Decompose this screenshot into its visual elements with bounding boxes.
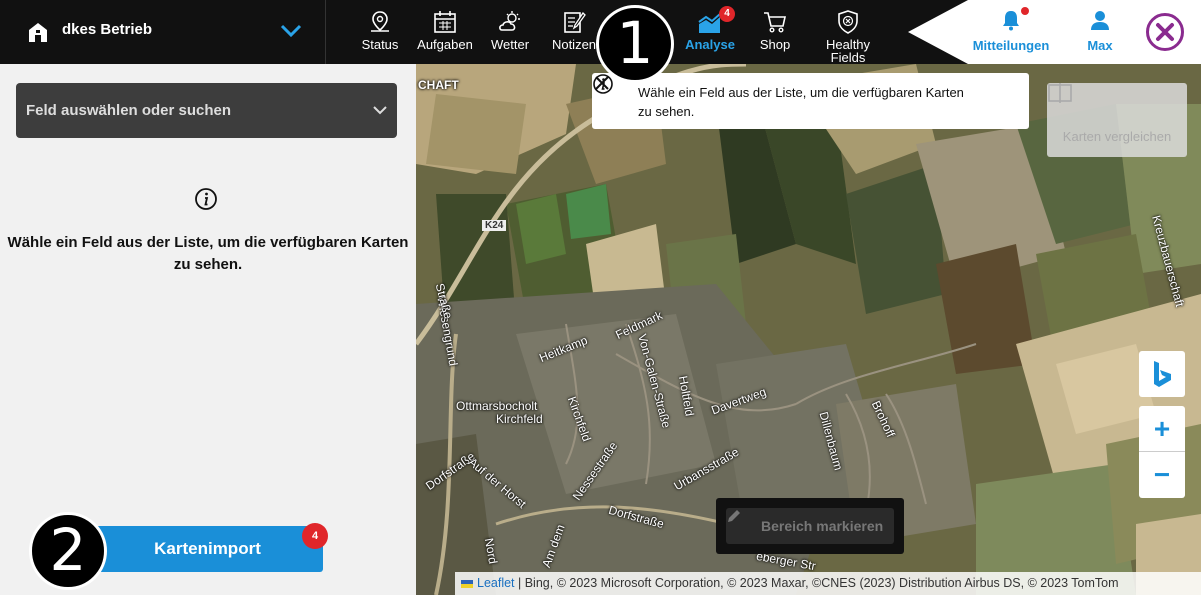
bing-layer-button[interactable]	[1139, 351, 1185, 397]
nav-analyse[interactable]: 4 Analyse	[681, 0, 739, 64]
chevron-down-icon	[373, 106, 387, 115]
leaflet-link[interactable]: Leaflet	[477, 576, 515, 590]
nav-notizen-label: Notizen	[551, 37, 597, 52]
nav-analyse-label: Analyse	[685, 37, 735, 52]
pencil-icon	[728, 510, 740, 522]
compare-maps-button[interactable]: Karten vergleichen	[1047, 83, 1187, 157]
brand-logo-icon[interactable]	[1146, 13, 1184, 51]
nav-shop[interactable]: Shop	[750, 0, 800, 64]
map-import-button[interactable]: Kartenimport	[92, 526, 323, 572]
mark-area-label: Bereich markieren	[761, 518, 884, 534]
analyse-badge: 4	[719, 6, 735, 22]
farm-selector[interactable]: dkes Betrieb	[0, 0, 326, 64]
notification-dot	[1021, 7, 1029, 15]
zoom-in-button[interactable]: +	[1139, 406, 1185, 452]
nav-wetter[interactable]: Wetter	[485, 0, 535, 64]
field-select-placeholder: Feld auswählen oder suchen	[26, 102, 232, 119]
tutorial-marker-1: 1	[596, 5, 674, 83]
ukraine-flag-icon	[461, 579, 473, 588]
compare-icon	[1048, 83, 1072, 103]
info-icon	[195, 188, 217, 210]
notes-icon	[564, 11, 586, 33]
close-icon[interactable]	[592, 73, 612, 93]
map-label-top-left: CHAFT	[418, 78, 459, 92]
user-menu-button[interactable]: Max	[1075, 0, 1125, 64]
notifications-label: Mitteilungen	[972, 38, 1050, 53]
calendar-icon	[434, 11, 456, 33]
bing-icon	[1154, 361, 1171, 387]
map-label-k24: K24	[482, 220, 507, 231]
toast-message: Wähle ein Feld aus der Liste, um die ver…	[638, 85, 964, 119]
field-select-dropdown[interactable]: Feld auswählen oder suchen	[16, 83, 397, 138]
farm-house-icon	[29, 23, 47, 42]
mark-area-button[interactable]: Bereich markieren	[716, 498, 904, 554]
user-label: Max	[1087, 38, 1113, 53]
nav-status[interactable]: Status	[355, 0, 405, 64]
bell-icon	[1003, 11, 1019, 31]
nav-healthy-fields-label: Healthy Fields	[825, 37, 871, 65]
chevron-down-icon[interactable]	[280, 22, 302, 40]
shield-icon	[838, 10, 858, 34]
tutorial-marker-2: 2	[29, 512, 107, 590]
user-icon	[1091, 11, 1109, 30]
nav-wetter-label: Wetter	[490, 37, 530, 52]
compare-maps-label: Karten vergleichen	[1062, 129, 1172, 144]
map-attribution: Leaflet | Bing, © 2023 Microsoft Corpora…	[455, 572, 1201, 595]
nav-aufgaben-label: Aufgaben	[417, 37, 473, 52]
nav-notizen[interactable]: Notizen	[546, 0, 602, 64]
nav-aufgaben[interactable]: Aufgaben	[413, 0, 477, 64]
cart-icon	[764, 12, 786, 33]
info-toast: Wähle ein Feld aus der Liste, um die ver…	[592, 73, 1029, 129]
map-pin-icon	[371, 11, 389, 32]
satellite-map[interactable]: CHAFT K24 Feldmark Heitkamp Von-Galen-St…	[416, 64, 1201, 595]
nav-status-label: Status	[361, 37, 399, 52]
nav-healthy-fields[interactable]: Healthy Fields	[818, 0, 878, 64]
app-root: dkes Betrieb Status Aufgaben Wetter Noti…	[0, 0, 1201, 595]
map-import-badge: 4	[302, 523, 328, 549]
zoom-out-button[interactable]: −	[1139, 452, 1185, 498]
sidebar-info-message: Wähle ein Feld aus der Liste, um die ver…	[7, 234, 409, 273]
attribution-text: | Bing, © 2023 Microsoft Corporation, © …	[514, 576, 1119, 590]
mark-area-inner: Bereich markieren	[726, 508, 894, 544]
farm-name: dkes Betrieb	[62, 21, 153, 38]
nav-shop-label: Shop	[759, 37, 791, 52]
weather-icon	[499, 11, 520, 31]
map-label-kirchfeld-place: Kirchfeld	[496, 412, 543, 426]
map-label-ottmarsbocholt: Ottmarsbocholt	[456, 399, 538, 413]
notifications-button[interactable]: Mitteilungen	[966, 0, 1056, 64]
zoom-control: + −	[1139, 406, 1185, 498]
